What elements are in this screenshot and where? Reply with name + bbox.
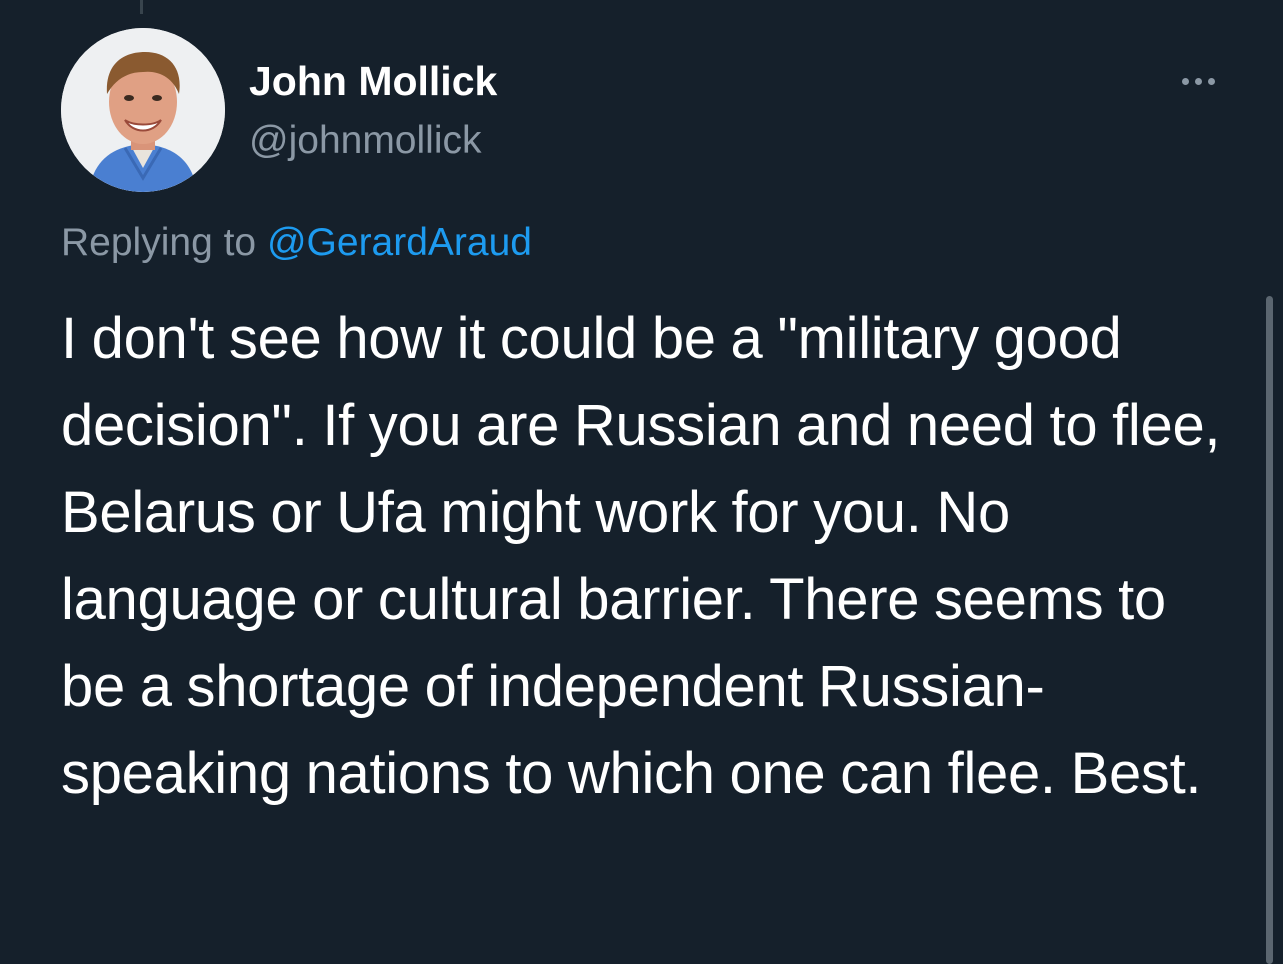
scrollbar[interactable] [1266, 296, 1273, 964]
more-options-button[interactable] [1170, 66, 1226, 96]
replying-to: Replying to @GerardAraud [61, 218, 532, 268]
author-name[interactable]: John Mollick [249, 56, 497, 106]
author-handle[interactable]: @johnmollick [249, 116, 482, 166]
more-horizontal-icon [1181, 77, 1189, 85]
avatar[interactable] [61, 28, 225, 192]
avatar-image [61, 28, 225, 192]
thread-connector-line [140, 0, 143, 14]
tweet-text: I don't see how it could be a "military … [61, 306, 1221, 806]
replying-to-label: Replying to [61, 221, 267, 264]
more-horizontal-icon [1207, 77, 1215, 85]
tweet-view: John Mollick @johnmollick Replying to @G… [0, 0, 1283, 964]
reply-target-link[interactable]: @GerardAraud [267, 221, 532, 264]
more-horizontal-icon [1194, 77, 1202, 85]
